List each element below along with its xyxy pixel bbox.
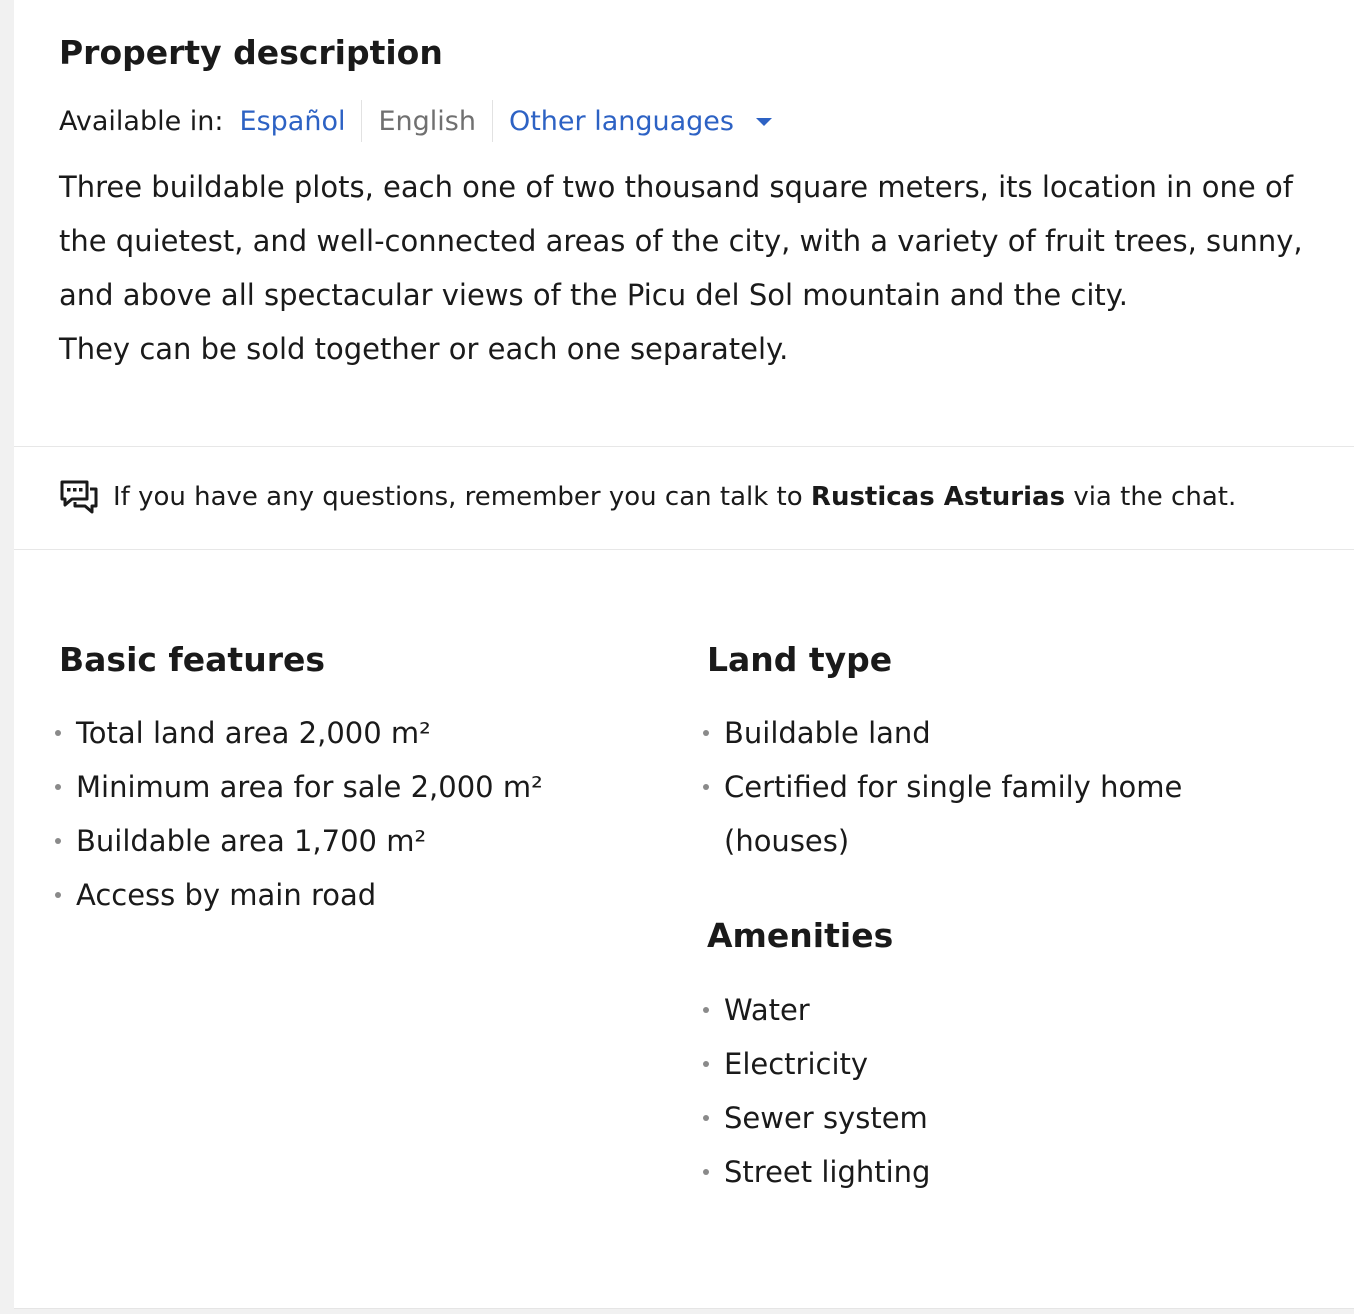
description-paragraph: Three buildable plots, each one of two t… <box>59 170 1303 312</box>
description-text: Three buildable plots, each one of two t… <box>59 160 1329 376</box>
language-link-espanol[interactable]: Español <box>240 106 346 137</box>
other-languages-dropdown[interactable]: Other languages <box>509 106 772 137</box>
land-type-title: Land type <box>707 640 893 679</box>
language-selector: Available in: Español English Other lang… <box>59 99 772 143</box>
other-languages-label: Other languages <box>508 105 734 137</box>
section-title: Property description <box>59 33 443 72</box>
list-item: Sewer system <box>703 1091 1263 1145</box>
language-divider <box>491 100 493 142</box>
card-bottom-border <box>14 1308 1354 1309</box>
amenities-title: Amenities <box>707 916 894 955</box>
amenities-list: Water Electricity Sewer system Street li… <box>703 983 1263 1199</box>
language-divider <box>361 100 363 142</box>
list-item: Total land area 2,000 m² <box>55 706 655 760</box>
list-item: Street lighting <box>703 1145 1263 1199</box>
list-item: Electricity <box>703 1037 1263 1091</box>
divider <box>14 446 1354 447</box>
chat-note-prefix: If you have any questions, remember you … <box>113 482 803 512</box>
chat-note-suffix: via the chat. <box>1073 482 1237 512</box>
chat-bubbles-icon <box>60 480 98 514</box>
description-paragraph: They can be sold together or each one se… <box>59 332 789 366</box>
caret-down-icon <box>756 118 772 126</box>
chat-note: If you have any questions, remember you … <box>59 473 1236 521</box>
language-current-english: English <box>378 105 476 137</box>
basic-features-title: Basic features <box>59 640 325 679</box>
advertiser-name: Rusticas Asturias <box>810 482 1066 512</box>
list-item: Buildable land <box>703 706 1263 760</box>
divider <box>14 549 1354 550</box>
list-item: Certified for single family home (houses… <box>703 760 1263 868</box>
property-description-card: Property description Available in: Españ… <box>14 0 1354 1308</box>
list-item: Minimum area for sale 2,000 m² <box>55 760 655 814</box>
list-item: Buildable area 1,700 m² <box>55 814 655 868</box>
basic-features-list: Total land area 2,000 m² Minimum area fo… <box>55 706 655 922</box>
land-type-list: Buildable land Certified for single fami… <box>703 706 1263 868</box>
list-item: Water <box>703 983 1263 1037</box>
list-item: Access by main road <box>55 868 655 922</box>
available-in-label: Available in: <box>59 105 224 137</box>
